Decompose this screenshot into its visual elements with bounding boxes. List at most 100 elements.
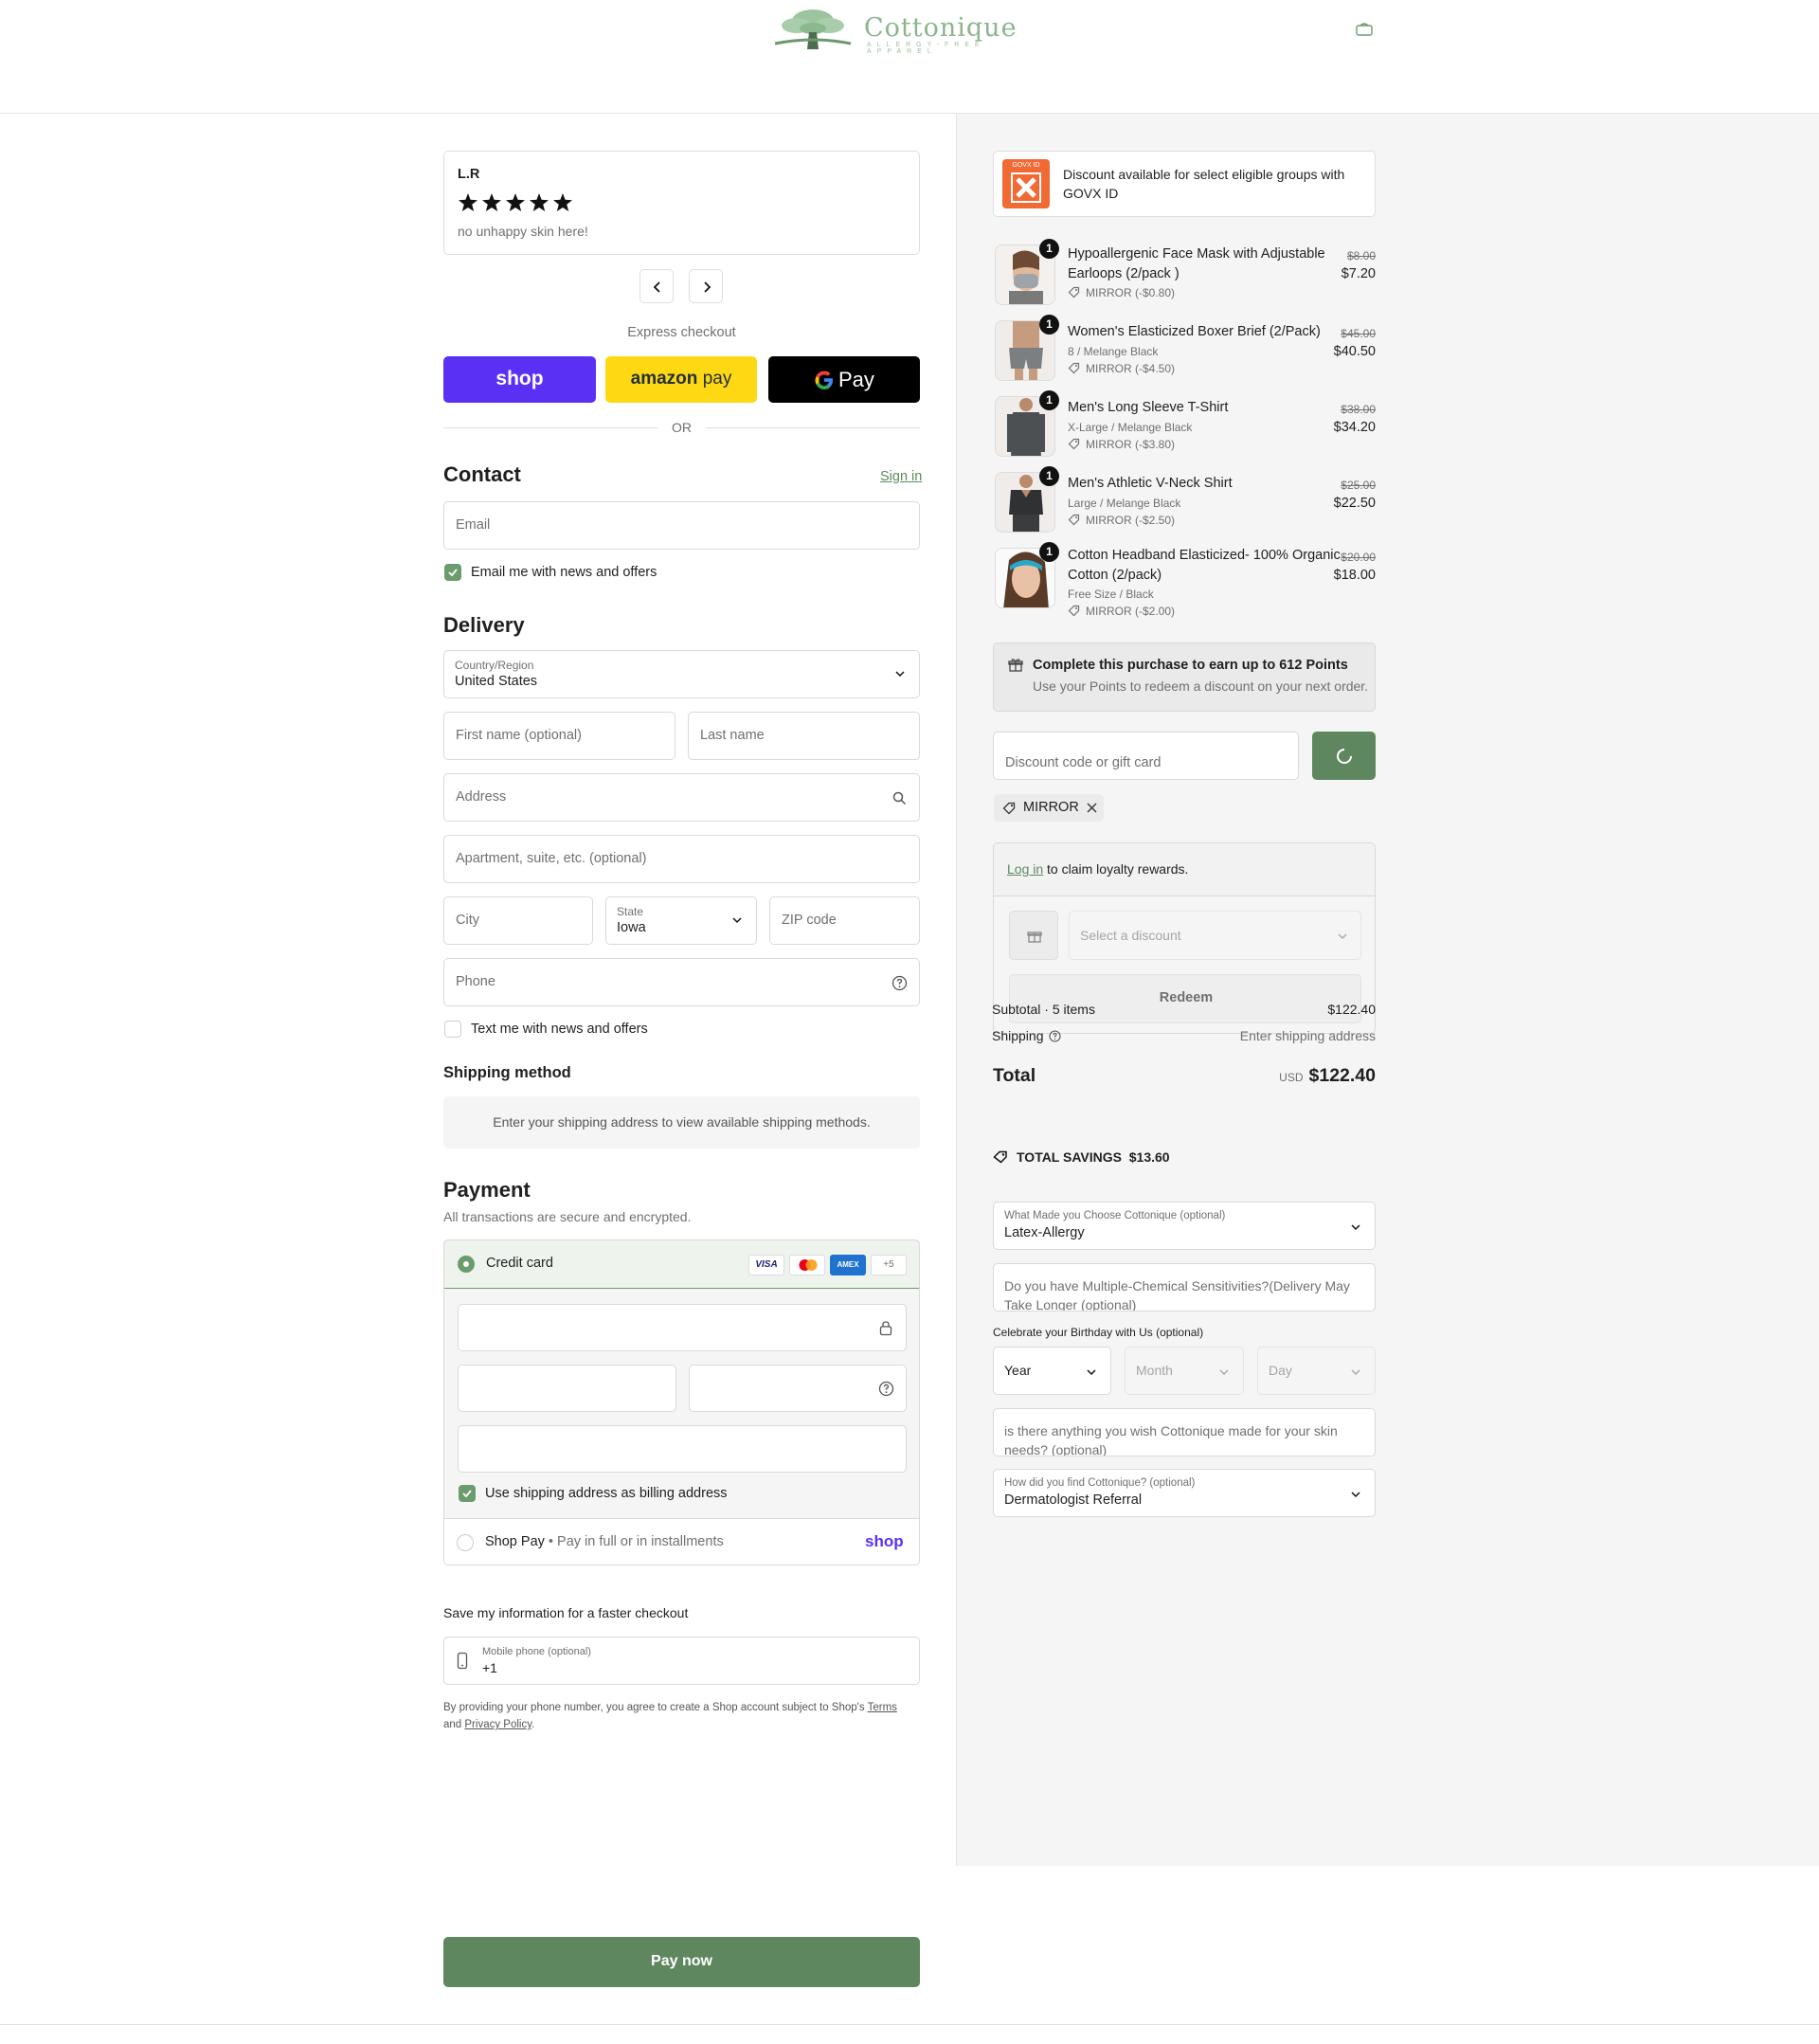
points-title: Complete this purchase to earn up to 612… <box>1033 658 1348 673</box>
product-original-price: $8.00 <box>1346 249 1376 262</box>
product-variant: 8 / Melange Black <box>1068 345 1159 358</box>
state-value: Iowa <box>617 920 646 935</box>
product-discount: MIRROR (-$4.50) <box>1086 362 1176 375</box>
wish-textarea[interactable]: is there anything you wish Cottonique ma… <box>993 1408 1376 1456</box>
sms-news-label: Text me with news and offers <box>471 1022 648 1037</box>
total-currency: USD <box>1279 1071 1304 1084</box>
shop-pay-logo: shop <box>495 368 544 389</box>
country-select[interactable]: Country/Region United States <box>443 650 920 698</box>
product-discount: MIRROR (-$3.80) <box>1086 438 1176 451</box>
zip-field[interactable]: ZIP code <box>769 896 920 945</box>
chevron-down-icon <box>1351 1369 1360 1376</box>
name-on-card-field[interactable] <box>458 1425 907 1473</box>
review-prev-button[interactable] <box>639 269 674 303</box>
country-label: Country/Region <box>455 659 534 672</box>
loyalty-discount-select[interactable]: Select a discount <box>1069 911 1361 960</box>
payment-methods: Credit card VISA AMEX +5 Use shipping ad… <box>443 1239 920 1565</box>
govx-x-icon <box>1011 172 1041 203</box>
product-price: $18.00 <box>1333 568 1376 583</box>
first-name-field[interactable]: First name (optional) <box>443 712 675 760</box>
total-savings: TOTAL SAVINGS $13.60 <box>1017 1149 1170 1165</box>
credit-card-option[interactable]: Credit card VISA AMEX +5 <box>444 1240 919 1289</box>
cottonique-logo[interactable]: Cottonique ALLERGY-FREE APPAREL <box>765 8 1046 55</box>
amazon-pay-logo: amazon pay <box>630 369 732 389</box>
birthday-month-value: Month <box>1136 1363 1173 1378</box>
apartment-field[interactable]: Apartment, suite, etc. (optional) <box>443 835 920 883</box>
help-circle-icon[interactable] <box>891 975 908 991</box>
shop-pay-radio[interactable] <box>457 1534 474 1551</box>
product-discount: MIRROR (-$2.50) <box>1086 514 1176 527</box>
state-select[interactable]: State Iowa <box>605 896 757 945</box>
shipping-help-icon[interactable] <box>1049 1030 1061 1042</box>
found-us-select[interactable]: How did you find Cottonique? (optional) … <box>993 1469 1376 1517</box>
terms-link[interactable]: Terms <box>868 1702 897 1713</box>
choose-reason-value: Latex-Allergy <box>1004 1225 1085 1240</box>
chevron-down-icon <box>1219 1369 1229 1376</box>
remove-discount-icon[interactable] <box>1087 803 1097 813</box>
total-amount: USD $122.40 <box>1234 1065 1376 1087</box>
check-icon <box>448 569 458 577</box>
review-next-button[interactable] <box>689 269 723 303</box>
sms-news-checkbox[interactable] <box>444 1021 461 1038</box>
pay-now-button[interactable]: Pay now <box>443 1937 920 1987</box>
google-g-icon <box>815 371 833 389</box>
mcs-textarea[interactable]: Do you have Multiple-Chemical Sensitivit… <box>993 1263 1376 1311</box>
email-news-checkbox[interactable] <box>444 564 461 581</box>
or-divider-label: OR <box>672 420 692 435</box>
billing-same-checkbox[interactable] <box>459 1485 476 1502</box>
mobile-phone-field[interactable]: Mobile phone (optional) +1 <box>443 1637 920 1685</box>
phone-field[interactable]: Phone <box>443 958 920 1006</box>
five-stars-icon <box>459 193 572 211</box>
product-original-price: $20.00 <box>1341 551 1376 564</box>
quantity-badge: 1 <box>1039 542 1059 562</box>
shop-pay-option-label: Shop Pay • Pay in full or in installment… <box>485 1534 724 1549</box>
birthday-day-select[interactable]: Day <box>1257 1347 1376 1395</box>
wish-placeholder: is there anything you wish Cottonique ma… <box>1004 1423 1338 1456</box>
brand-tagline: ALLERGY-FREE APPAREL <box>867 42 985 55</box>
chevron-down-icon <box>1087 1369 1096 1376</box>
shipping-method-message: Enter your shipping address to view avai… <box>493 1114 871 1130</box>
credit-card-label: Credit card <box>486 1256 553 1271</box>
savings-tag-icon <box>993 1150 1007 1164</box>
expiration-field[interactable] <box>458 1365 676 1412</box>
loyalty-gift-box <box>1009 911 1058 960</box>
birthday-year-select[interactable]: Year <box>993 1347 1111 1395</box>
tree-logo-icon <box>774 9 852 49</box>
google-pay-button[interactable]: Pay <box>768 356 920 403</box>
shop-pay-option[interactable]: Shop Pay • Pay in full or in installment… <box>444 1518 919 1565</box>
chevron-down-icon <box>895 671 905 678</box>
amazon-pay-button[interactable]: amazon pay <box>605 356 757 403</box>
help-circle-icon[interactable] <box>878 1381 894 1397</box>
security-code-field[interactable] <box>689 1365 907 1412</box>
last-name-field[interactable]: Last name <box>688 712 920 760</box>
govx-banner[interactable]: GOVX ID Discount available for select el… <box>993 151 1376 217</box>
choose-reason-select[interactable]: What Made you Choose Cottonique (optiona… <box>993 1202 1376 1250</box>
mcs-placeholder: Do you have Multiple-Chemical Sensitivit… <box>1004 1278 1350 1311</box>
birthday-month-select[interactable]: Month <box>1125 1347 1244 1395</box>
email-field[interactable]: Email <box>443 501 920 550</box>
discount-tag-icon <box>1068 514 1080 526</box>
shop-pay-express-button[interactable]: shop <box>443 356 596 403</box>
discount-code-placeholder: Discount code or gift card <box>1005 755 1162 770</box>
city-field[interactable]: City <box>443 896 593 945</box>
shopping-bag-icon[interactable] <box>1355 23 1374 36</box>
review-author: L.R <box>458 167 480 182</box>
apply-discount-button[interactable] <box>1312 732 1376 780</box>
payment-subtitle: All transactions are secure and encrypte… <box>443 1209 692 1224</box>
card-number-field[interactable] <box>458 1304 907 1351</box>
discount-code-field[interactable]: Discount code or gift card <box>993 732 1299 780</box>
privacy-policy-link[interactable]: Privacy Policy <box>464 1719 531 1730</box>
loyalty-log-in-link[interactable]: Log in <box>1007 861 1043 877</box>
shipping-value: Enter shipping address <box>1239 1028 1376 1043</box>
discount-tag-icon <box>1068 605 1080 617</box>
delivery-heading: Delivery <box>443 613 525 637</box>
address-placeholder: Address <box>456 789 507 805</box>
address-field[interactable]: Address <box>443 773 920 822</box>
quantity-badge: 1 <box>1039 315 1059 335</box>
discount-tag-icon <box>1068 362 1080 374</box>
chevron-right-icon <box>704 281 711 293</box>
chevron-down-icon <box>732 917 742 924</box>
sign-in-link[interactable]: Sign in <box>880 469 922 484</box>
product-discount: MIRROR (-$2.00) <box>1086 605 1176 618</box>
credit-card-radio[interactable] <box>458 1256 475 1273</box>
